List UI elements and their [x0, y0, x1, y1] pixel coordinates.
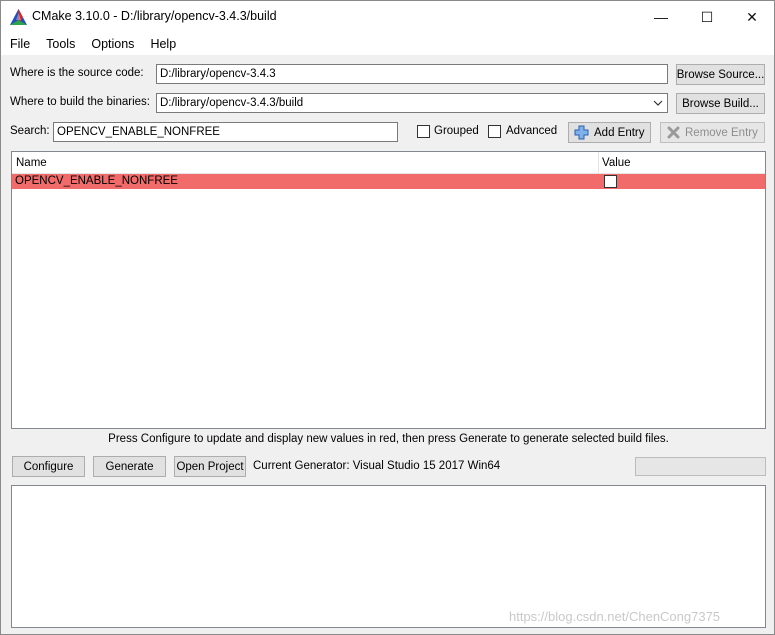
minimize-button[interactable]: — — [638, 1, 684, 33]
window-title: CMake 3.10.0 - D:/library/opencv-3.4.3/b… — [32, 9, 277, 23]
minimize-icon: — — [654, 9, 668, 25]
generate-button[interactable]: Generate — [93, 456, 166, 477]
watermark-text: https://blog.csdn.net/ChenCong7375 — [509, 609, 721, 624]
table-row[interactable]: OPENCV_ENABLE_NONFREE — [12, 174, 765, 189]
advanced-label: Advanced — [506, 125, 558, 137]
table-header: Name Value — [12, 152, 765, 174]
column-header-name[interactable]: Name — [16, 152, 47, 174]
configure-button[interactable]: Configure — [12, 456, 85, 477]
cmake-logo-icon — [10, 9, 27, 25]
cmake-window: CMake 3.10.0 - D:/library/opencv-3.4.3/b… — [0, 0, 775, 635]
add-entry-label: Add Entry — [594, 126, 645, 139]
binaries-path-combobox[interactable]: D:/library/opencv-3.4.3/build — [156, 93, 668, 113]
row-value-checkbox[interactable] — [604, 175, 617, 188]
menu-options[interactable]: Options — [83, 33, 142, 55]
maximize-icon: ☐ — [700, 8, 714, 25]
browse-source-button[interactable]: Browse Source... — [676, 64, 765, 85]
row-name-cell: OPENCV_ENABLE_NONFREE — [15, 175, 178, 187]
source-path-input[interactable]: D:/library/opencv-3.4.3 — [156, 64, 668, 84]
menu-help[interactable]: Help — [142, 33, 184, 55]
browse-build-button[interactable]: Browse Build... — [676, 93, 765, 114]
advanced-checkbox[interactable] — [488, 125, 501, 138]
column-header-value[interactable]: Value — [602, 152, 631, 174]
remove-entry-label: Remove Entry — [685, 126, 758, 139]
remove-entry-button[interactable]: Remove Entry — [660, 122, 765, 143]
menu-tools[interactable]: Tools — [38, 33, 83, 55]
grouped-label: Grouped — [434, 125, 479, 137]
output-log[interactable] — [11, 485, 766, 628]
remove-x-icon — [667, 126, 680, 139]
menu-bar: File Tools Options Help — [1, 33, 774, 55]
binaries-path-value: D:/library/opencv-3.4.3/build — [160, 97, 304, 109]
progress-bar — [635, 457, 766, 476]
plus-icon — [574, 125, 589, 140]
configure-hint-text: Press Configure to update and display ne… — [108, 433, 669, 445]
close-icon: ✕ — [746, 8, 758, 25]
binaries-label: Where to build the binaries: — [10, 96, 150, 108]
open-project-button[interactable]: Open Project — [174, 456, 246, 477]
grouped-checkbox[interactable] — [417, 125, 430, 138]
source-label: Where is the source code: — [10, 67, 144, 79]
search-input[interactable]: OPENCV_ENABLE_NONFREE — [53, 122, 398, 142]
current-generator-text: Current Generator: Visual Studio 15 2017… — [253, 460, 501, 472]
search-label: Search: — [10, 125, 50, 137]
chevron-down-icon[interactable] — [651, 94, 665, 112]
title-bar: CMake 3.10.0 - D:/library/opencv-3.4.3/b… — [1, 1, 774, 33]
close-button[interactable]: ✕ — [729, 1, 775, 33]
add-entry-button[interactable]: Add Entry — [568, 122, 651, 143]
cache-table: Name Value OPENCV_ENABLE_NONFREE — [11, 151, 766, 429]
menu-file[interactable]: File — [1, 33, 38, 55]
maximize-button[interactable]: ☐ — [684, 1, 730, 33]
column-divider[interactable] — [598, 152, 599, 174]
